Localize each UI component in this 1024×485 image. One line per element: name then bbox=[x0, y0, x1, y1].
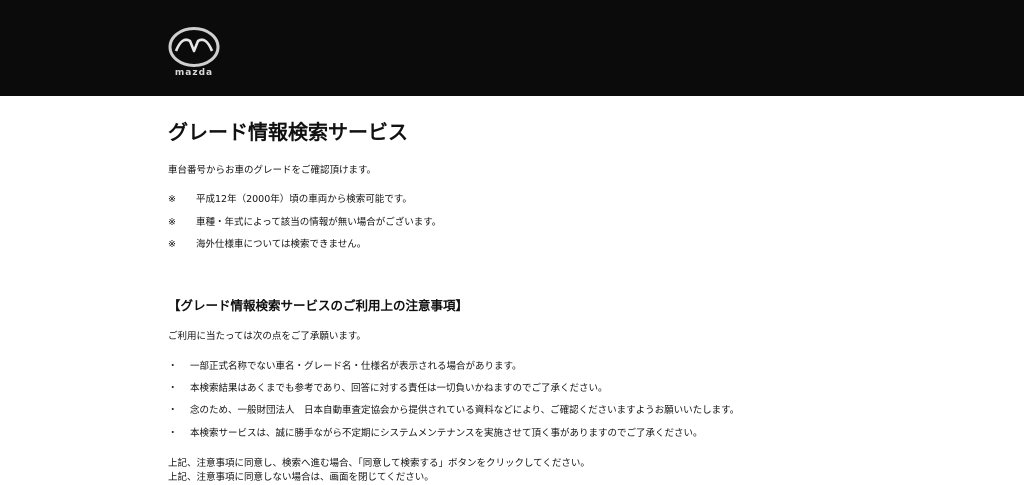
intro-text: 車台番号からお車のグレードをご確認頂けます。 bbox=[168, 165, 377, 176]
site-header: mazda bbox=[0, 0, 1024, 96]
mazda-logo[interactable]: mazda bbox=[166, 27, 222, 81]
agreement-instruction: 上記、注意事項に同意し、検索へ進む場合、「同意して検索する」ボタンをクリックして… bbox=[168, 458, 590, 469]
caution-text: 本検索サービスは、誠に勝手ながら不定期にシステムメンテナンスを実施させて頂く事が… bbox=[190, 428, 703, 439]
mazda-emblem-icon bbox=[168, 27, 220, 67]
note-item: ※ 海外仕様車については検索できません。 bbox=[168, 238, 366, 252]
caution-text: 一部正式名称でない車名・グレード名・仕様名が表示される場合があります。 bbox=[190, 361, 522, 372]
disagreement-instruction: 上記、注意事項に同意しない場合は、画面を閉じてください。 bbox=[168, 472, 434, 483]
bullet: ・ bbox=[168, 405, 178, 416]
caution-list-item: ・ 一部正式名称でない車名・グレード名・仕様名が表示される場合があります。 bbox=[168, 360, 522, 374]
page-title: グレード情報検索サービス bbox=[168, 120, 408, 144]
note-text: 車種・年式によって該当の情報が無い場合がございます。 bbox=[196, 217, 442, 228]
caution-list-item: ・ 本検索サービスは、誠に勝手ながら不定期にシステムメンテナンスを実施させて頂く事… bbox=[168, 427, 703, 441]
caution-list-item: ・ 本検索結果はあくまでも参考であり、回答に対する責任は一切負いかねますのでご了承… bbox=[168, 382, 608, 396]
note-mark: ※ bbox=[168, 194, 176, 205]
note-text: 平成12年（2000年）頃の車両から検索可能です。 bbox=[196, 194, 412, 205]
caution-intro-text: ご利用に当たっては次の点をご了承願います。 bbox=[168, 331, 366, 342]
mazda-wordmark: mazda bbox=[174, 68, 214, 78]
note-item: ※ 平成12年（2000年）頃の車両から検索可能です。 bbox=[168, 193, 412, 207]
bullet: ・ bbox=[168, 428, 178, 439]
caution-text: 念のため、一般財団法人 日本自動車査定協会から提供されている資料などにより、ご確… bbox=[190, 405, 740, 416]
bullet: ・ bbox=[168, 383, 178, 394]
caution-section-title: 【グレード情報検索サービスのご利用上の注意事項】 bbox=[168, 298, 469, 313]
note-mark: ※ bbox=[168, 217, 176, 228]
note-text: 海外仕様車については検索できません。 bbox=[196, 239, 367, 250]
note-item: ※ 車種・年式によって該当の情報が無い場合がございます。 bbox=[168, 216, 441, 230]
note-mark: ※ bbox=[168, 239, 176, 250]
caution-text: 本検索結果はあくまでも参考であり、回答に対する責任は一切負いかねますのでご了承く… bbox=[190, 383, 608, 394]
caution-list-item: ・ 念のため、一般財団法人 日本自動車査定協会から提供されている資料などにより、ご… bbox=[168, 404, 739, 418]
bullet: ・ bbox=[168, 361, 178, 372]
